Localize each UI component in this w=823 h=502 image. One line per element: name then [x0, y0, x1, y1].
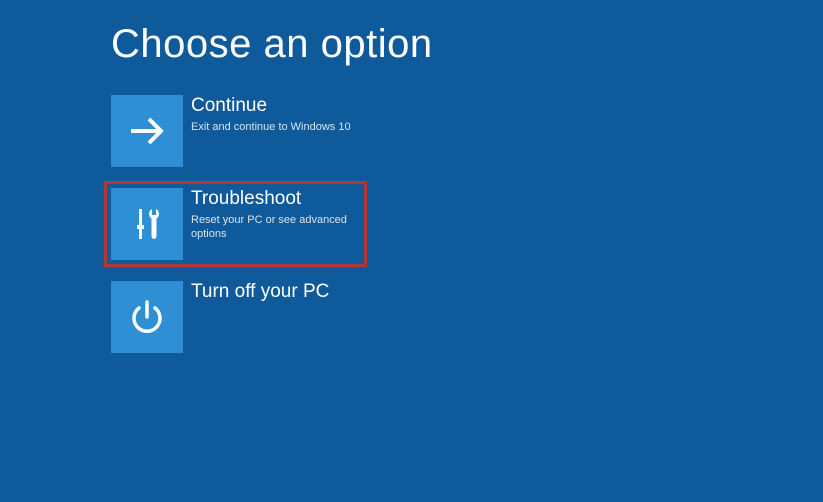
continue-option[interactable]: Continue Exit and continue to Windows 10 — [111, 95, 367, 167]
troubleshoot-title: Troubleshoot — [191, 188, 360, 211]
turnoff-option[interactable]: Turn off your PC — [111, 281, 367, 353]
troubleshoot-description: Reset your PC or see advanced options — [191, 213, 360, 242]
troubleshoot-option[interactable]: Troubleshoot Reset your PC or see advanc… — [104, 181, 367, 267]
power-icon — [111, 281, 183, 353]
page-title: Choose an option — [111, 22, 823, 67]
arrow-right-icon — [111, 95, 183, 167]
turnoff-title: Turn off your PC — [191, 281, 329, 304]
continue-description: Exit and continue to Windows 10 — [191, 120, 351, 134]
tools-icon — [111, 188, 183, 260]
continue-title: Continue — [191, 95, 351, 118]
